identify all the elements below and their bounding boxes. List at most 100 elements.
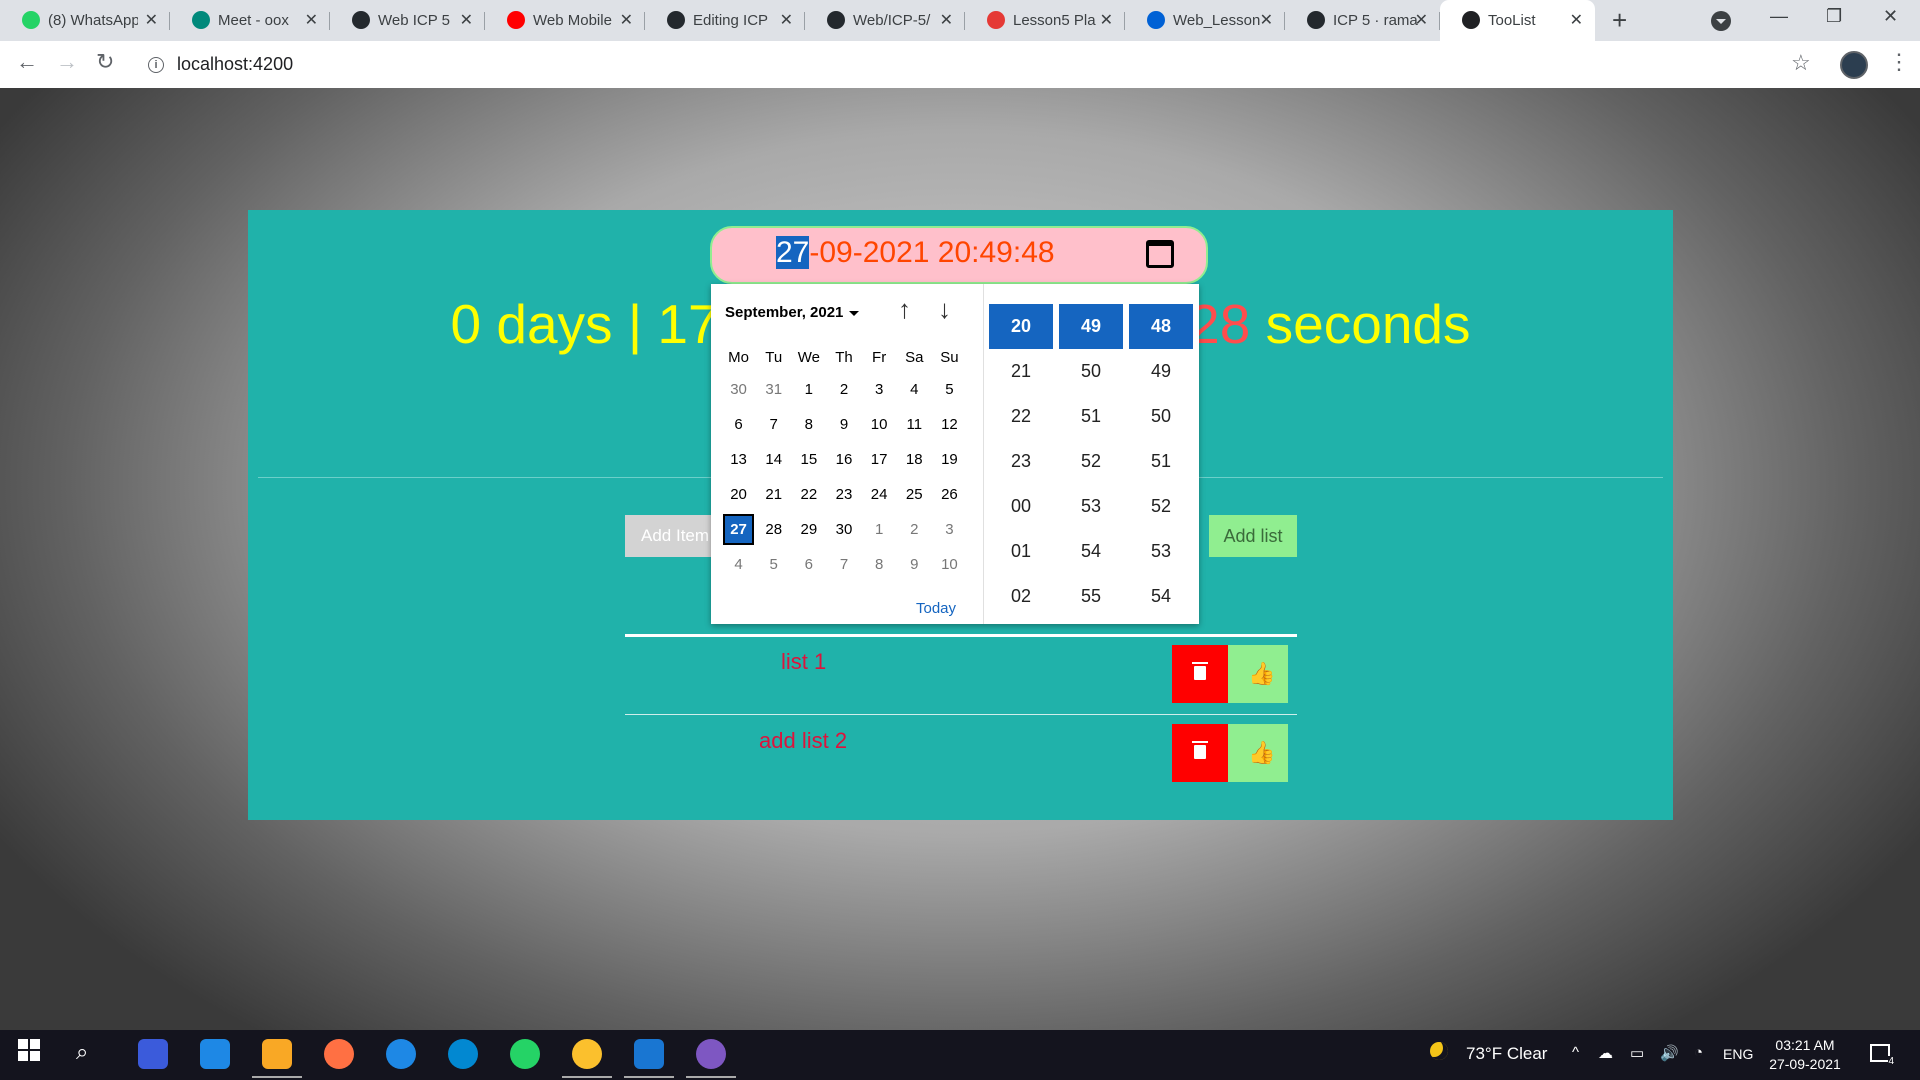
minimize-icon[interactable]: — <box>1770 6 1788 27</box>
site-info-icon[interactable]: i <box>148 57 164 73</box>
minute-option[interactable]: 52 <box>1059 439 1123 484</box>
calendar-day[interactable]: 9 <box>897 547 932 582</box>
github-desktop-icon[interactable] <box>686 1039 736 1078</box>
calendar-day[interactable]: 10 <box>932 547 967 582</box>
restore-icon[interactable]: ❐ <box>1826 6 1842 27</box>
second-option[interactable]: 53 <box>1129 529 1193 574</box>
skype-icon[interactable] <box>448 1039 478 1069</box>
battery-icon[interactable]: ▭ <box>1630 1044 1644 1062</box>
firefox-icon[interactable] <box>324 1039 354 1069</box>
browser-tab[interactable]: Editing ICP ✕ <box>645 0 805 41</box>
calendar-day[interactable]: 20 <box>721 477 756 512</box>
minute-option[interactable]: 53 <box>1059 484 1123 529</box>
hour-option[interactable]: 00 <box>989 484 1053 529</box>
close-window-icon[interactable]: ✕ <box>1883 6 1898 27</box>
whatsapp-icon[interactable] <box>510 1039 540 1069</box>
forward-icon[interactable]: → <box>56 49 78 75</box>
browser-tab[interactable]: Web Mobile ✕ <box>485 0 645 41</box>
wifi-icon[interactable]: ◔ <box>1694 1044 1703 1061</box>
calendar-day[interactable]: 1 <box>791 372 826 407</box>
like-button[interactable]: 👍 <box>1228 724 1288 782</box>
minute-option[interactable]: 51 <box>1059 394 1123 439</box>
datetime-value[interactable]: 27-09-2021 20:49:48 <box>776 236 1055 270</box>
calendar-day[interactable]: 14 <box>756 442 791 477</box>
hour-option[interactable]: 02 <box>989 574 1053 619</box>
calendar-day[interactable]: 4 <box>721 547 756 582</box>
windows-start-icon[interactable] <box>18 1039 48 1069</box>
calendar-day[interactable]: 30 <box>721 372 756 407</box>
browser-tab[interactable]: Meet - oox ✕ <box>170 0 330 41</box>
minute-option[interactable]: 49 <box>1059 304 1123 349</box>
bookmark-star-icon[interactable]: ☆ <box>1791 50 1811 76</box>
like-button[interactable]: 👍 <box>1228 645 1288 703</box>
search-icon[interactable]: ⌕ <box>76 1039 106 1069</box>
second-option[interactable]: 52 <box>1129 484 1193 529</box>
tab-search-icon[interactable] <box>1711 11 1731 31</box>
browser-tab[interactable]: (8) WhatsApp ✕ <box>0 0 170 41</box>
calendar-day[interactable]: 8 <box>862 547 897 582</box>
reload-icon[interactable]: ↻ <box>96 49 114 75</box>
minute-option[interactable]: 54 <box>1059 529 1123 574</box>
calendar-day[interactable]: 26 <box>932 477 967 512</box>
browser-tab[interactable]: ICP 5 · rama ✕ <box>1285 0 1440 41</box>
volume-icon[interactable]: 🔊 <box>1660 1044 1679 1062</box>
delete-button[interactable] <box>1172 724 1228 782</box>
new-tab-button[interactable]: + <box>1612 5 1627 36</box>
calendar-day[interactable]: 3 <box>862 372 897 407</box>
calendar-day[interactable]: 10 <box>862 407 897 442</box>
calendar-day[interactable]: 4 <box>897 372 932 407</box>
calendar-day[interactable]: 21 <box>756 477 791 512</box>
tray-chevron-icon[interactable]: ^ <box>1572 1044 1579 1061</box>
vscode-icon[interactable] <box>624 1039 674 1078</box>
add-list-button[interactable]: Add list <box>1209 515 1297 557</box>
calendar-day[interactable]: 5 <box>932 372 967 407</box>
calendar-day[interactable]: 9 <box>826 407 861 442</box>
minute-option[interactable]: 55 <box>1059 574 1123 619</box>
calendar-day[interactable]: 25 <box>897 477 932 512</box>
second-option[interactable]: 50 <box>1129 394 1193 439</box>
datetime-input[interactable]: 27-09-2021 20:49:48 <box>710 226 1208 284</box>
calendar-day[interactable]: 1 <box>862 512 897 547</box>
calendar-day[interactable]: 29 <box>791 512 826 547</box>
profile-avatar[interactable] <box>1840 51 1868 79</box>
browser-tab[interactable]: Lesson5 Pla ✕ <box>965 0 1125 41</box>
calendar-day[interactable]: 31 <box>756 372 791 407</box>
back-icon[interactable]: ← <box>16 49 38 75</box>
delete-button[interactable] <box>1172 645 1228 703</box>
calendar-day[interactable]: 5 <box>756 547 791 582</box>
calendar-icon[interactable] <box>1146 240 1174 268</box>
calendar-day[interactable]: 19 <box>932 442 967 477</box>
browser-menu-icon[interactable]: ⋮ <box>1888 49 1910 75</box>
month-year-selector[interactable]: September, 2021 <box>725 304 859 321</box>
browser-tab[interactable]: Web ICP 5 ✕ <box>330 0 485 41</box>
calendar-day[interactable]: 24 <box>862 477 897 512</box>
arrow-down-icon[interactable]: ↓ <box>938 294 951 325</box>
clock[interactable]: 03:21 AM 27-09-2021 <box>1760 1036 1850 1074</box>
mail-icon[interactable] <box>200 1039 230 1069</box>
calendar-day[interactable]: 12 <box>932 407 967 442</box>
second-option[interactable]: 54 <box>1129 574 1193 619</box>
calendar-day[interactable]: 6 <box>721 407 756 442</box>
hour-option[interactable]: 23 <box>989 439 1053 484</box>
address-bar[interactable]: localhost:4200 <box>177 54 293 75</box>
calendar-day[interactable]: 2 <box>897 512 932 547</box>
calendar-day[interactable]: 15 <box>791 442 826 477</box>
tab-close-icon[interactable]: ✕ <box>620 0 633 41</box>
hour-option[interactable]: 22 <box>989 394 1053 439</box>
calendar-day[interactable]: 28 <box>756 512 791 547</box>
calendar-day[interactable]: 30 <box>826 512 861 547</box>
calendar-day[interactable]: 23 <box>826 477 861 512</box>
calendar-day[interactable]: 13 <box>721 442 756 477</box>
calendar-day[interactable]: 18 <box>897 442 932 477</box>
tab-close-icon[interactable]: ✕ <box>145 0 158 41</box>
tab-close-icon[interactable]: ✕ <box>1100 0 1113 41</box>
calendar-day[interactable]: 6 <box>791 547 826 582</box>
tab-close-icon[interactable]: ✕ <box>305 0 318 41</box>
today-button[interactable]: Today <box>916 600 956 617</box>
minute-option[interactable]: 50 <box>1059 349 1123 394</box>
calendar-day[interactable]: 3 <box>932 512 967 547</box>
browser-tab[interactable]: Web_Lesson ✕ <box>1125 0 1285 41</box>
second-option[interactable]: 48 <box>1129 304 1193 349</box>
calendar-day[interactable]: 16 <box>826 442 861 477</box>
tab-close-icon[interactable]: ✕ <box>460 0 473 41</box>
